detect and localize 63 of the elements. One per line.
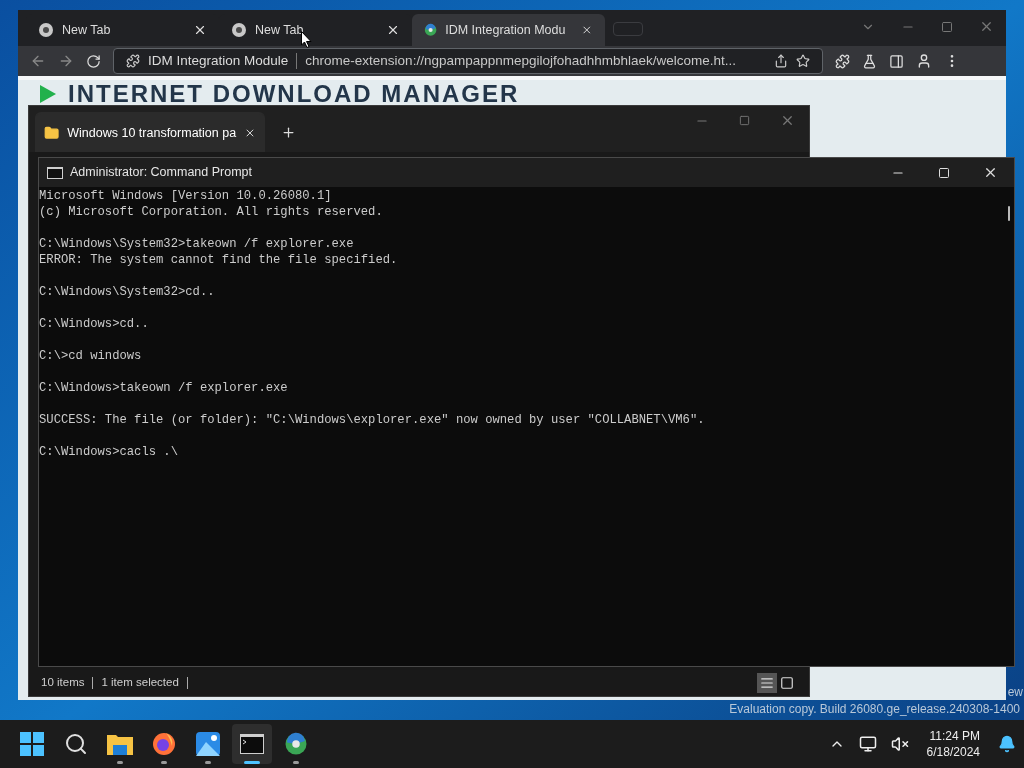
back-icon[interactable] xyxy=(30,53,46,69)
tab-title: IDM Integration Modu xyxy=(445,21,566,39)
share-icon[interactable] xyxy=(774,54,788,68)
console-line: C:\Windows>cd.. xyxy=(39,316,149,332)
folder-tab[interactable]: Windows 10 transformation pa xyxy=(35,112,265,152)
side-panel-icon[interactable] xyxy=(889,53,904,69)
forward-icon[interactable] xyxy=(58,53,74,69)
triangle-logo-icon xyxy=(40,85,56,103)
search-icon xyxy=(64,732,88,756)
taskbar-button[interactable] xyxy=(232,724,272,764)
console-line: C:\Windows\System32>cd.. xyxy=(39,284,215,300)
window-title: Administrator: Command Prompt xyxy=(70,164,253,182)
console-line: C:\>cd windows xyxy=(39,348,142,364)
close-icon[interactable] xyxy=(983,165,998,180)
watermark-text: ew xyxy=(1007,684,1023,701)
details-view-button[interactable] xyxy=(757,673,777,693)
reload-icon[interactable] xyxy=(86,53,101,69)
globe-icon xyxy=(284,732,308,756)
site-name: IDM Integration Module xyxy=(148,51,289,70)
new-tab-icon[interactable] xyxy=(281,125,296,140)
console-line: ERROR: The system cannot find the file specified. xyxy=(39,252,398,268)
address-bar[interactable]: IDM Integration Module chrome-extension://ngpampappnmepgilojfohadhhmbhlaek/welcome.ht... xyxy=(113,48,823,74)
console-line: (c) Microsoft Corporation. All rights reserved. xyxy=(39,204,383,220)
globe-icon xyxy=(424,22,438,38)
close-icon[interactable] xyxy=(581,23,593,37)
fox-globe-icon xyxy=(152,732,176,756)
puzzle-icon xyxy=(126,54,140,68)
star-icon[interactable] xyxy=(796,54,810,68)
close-icon[interactable] xyxy=(386,23,400,37)
browser-tab[interactable]: IDM Integration Modu xyxy=(412,14,605,46)
folder-icon xyxy=(44,124,60,142)
console-line: SUCCESS: The file (or folder): "C:\Windows\explorer.exe" now owned by user "COLLABNET\VM6". xyxy=(39,412,705,428)
status-text: 10 items xyxy=(41,675,85,691)
notification-icon[interactable] xyxy=(998,735,1016,753)
chrome-logo-icon xyxy=(231,22,247,38)
console-line: C:\Windows>takeown /f explorer.exe xyxy=(39,380,288,396)
folder-icon xyxy=(107,733,133,755)
chrome-logo-icon xyxy=(38,22,54,38)
clock-button[interactable]: 11:24 PM 6/18/2024 xyxy=(922,728,984,760)
console-line: Microsoft Windows [Version 10.0.26080.1] xyxy=(39,188,332,204)
profile-icon[interactable] xyxy=(916,53,932,69)
tab-title: New Tab xyxy=(255,21,304,39)
mountain-picture-icon xyxy=(196,732,220,756)
close-icon[interactable] xyxy=(193,23,207,37)
status-text: 1 item selected xyxy=(101,675,179,691)
scrollbar-thumb[interactable] xyxy=(1008,206,1010,221)
watermark-text: Evaluation copy. Build 26080.ge_release.240308-1400 xyxy=(729,701,1020,718)
terminal-icon xyxy=(240,734,264,754)
tab-title: New Tab xyxy=(62,21,111,39)
page-heading: INTERNET DOWNLOAD MANAGER xyxy=(68,82,520,106)
console-icon xyxy=(47,166,63,179)
console-line: C:\Windows>cacls .\ xyxy=(39,444,178,460)
windows-logo-icon xyxy=(20,732,44,756)
tab-title: Windows 10 transformation pa xyxy=(67,124,237,142)
cursor-icon xyxy=(301,31,312,48)
url-text: chrome-extension://ngpampappnmepgilojfohadhhmbhlaek/welcome.ht... xyxy=(305,51,738,70)
puzzle-icon[interactable] xyxy=(835,53,850,69)
list-icon xyxy=(760,676,774,690)
network-icon[interactable] xyxy=(858,735,877,753)
muted-speaker-icon[interactable] xyxy=(890,735,909,753)
console-line: C:\Windows\System32>takeown /f explorer.exe xyxy=(39,236,354,252)
flask-icon[interactable] xyxy=(862,53,877,69)
square-icon xyxy=(780,676,794,690)
